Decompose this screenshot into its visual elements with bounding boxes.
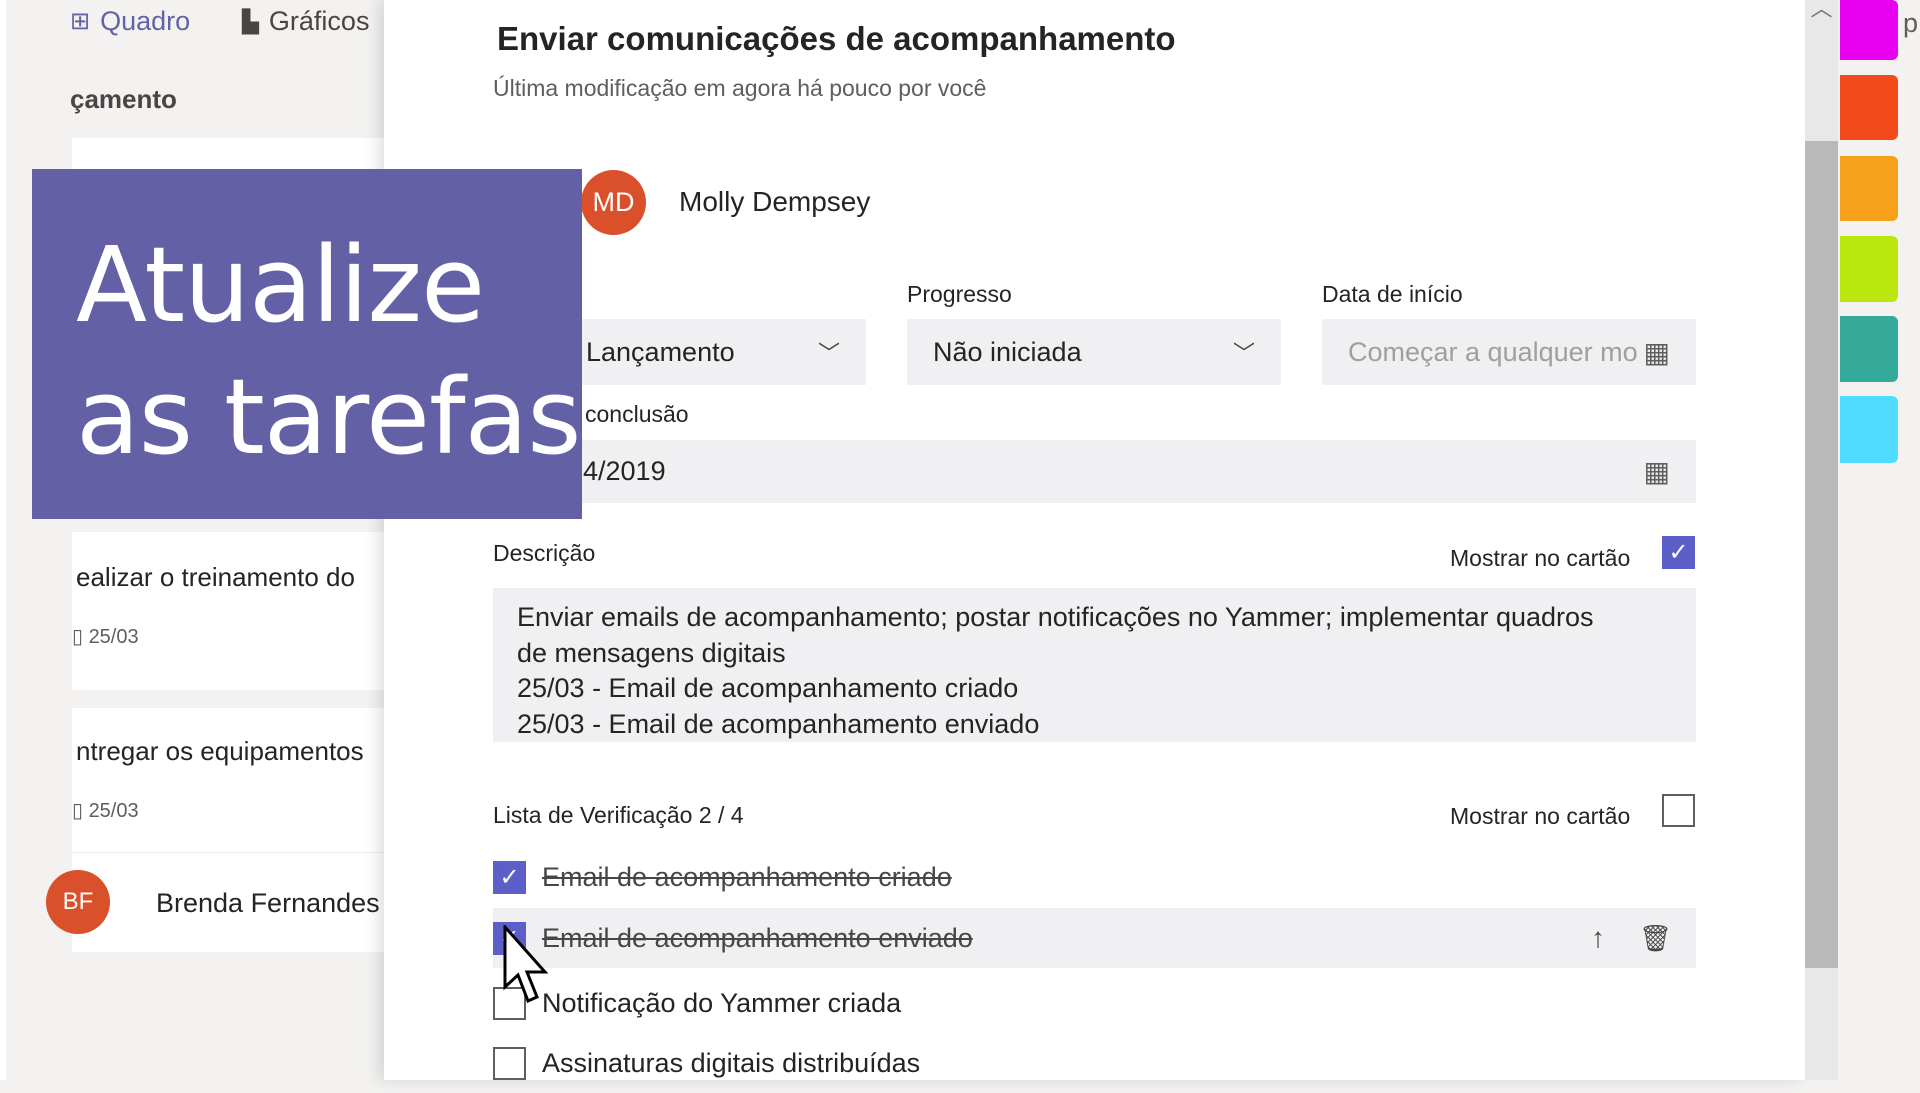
start-date-input[interactable]: Começar a qualquer mo ▦: [1322, 319, 1696, 385]
calendar-icon[interactable]: ▦: [1644, 336, 1670, 369]
bucket-title: çamento: [70, 84, 177, 114]
trash-icon[interactable]: 🗑: [1639, 923, 1672, 954]
chevron-down-icon: ﹀: [1232, 341, 1255, 366]
progress-dropdown[interactable]: Não iniciada ﹀: [907, 319, 1281, 385]
assignee-name: Brenda Fernandes: [156, 888, 380, 918]
show-on-card-label: Mostrar no cartão: [1450, 803, 1631, 829]
checklist-item[interactable]: ✓ Email de acompanhamento enviado ↑ 🗑: [493, 908, 1696, 968]
scrollbar-thumb[interactable]: [1805, 141, 1838, 968]
label-color-swatch[interactable]: [1840, 0, 1898, 60]
due-date: ▯ 25/03: [72, 626, 139, 648]
description-line: 25/03 - Email de acompanhamento enviado: [517, 708, 1040, 739]
tab-charts[interactable]: ▙ Gráficos: [242, 6, 369, 37]
checklist-checkbox[interactable]: [493, 1046, 526, 1080]
checklist-item-text[interactable]: Email de acompanhamento enviado: [542, 923, 1575, 954]
checklist-label: Lista de Verificação 2 / 4: [493, 802, 744, 828]
bucket-dropdown[interactable]: Lançamento ﹀: [560, 319, 866, 385]
label-color-swatch[interactable]: [1840, 236, 1898, 302]
move-up-icon[interactable]: ↑: [1591, 922, 1605, 954]
caption-overlay: Atualize as tarefas: [32, 169, 582, 519]
checklist-show-on-card-checkbox[interactable]: [1662, 794, 1695, 827]
description-line: de mensagens digitais: [517, 637, 786, 668]
description-textarea[interactable]: Enviar emails de acompanhamento; postar …: [493, 588, 1696, 742]
due-date-label: conclusão: [585, 401, 689, 427]
caption-line: Atualize: [76, 224, 485, 346]
progress-label: Progresso: [907, 281, 1012, 307]
checklist-item[interactable]: Notificação do Yammer criada: [493, 973, 1696, 1033]
label-color-swatch[interactable]: [1840, 396, 1898, 463]
due-date: ▯ 25/03: [72, 800, 139, 822]
description-line: Enviar emails de acompanhamento; postar …: [517, 602, 1594, 632]
label-color-swatch[interactable]: [1840, 156, 1898, 221]
mouse-cursor-icon: [503, 925, 549, 1004]
board-icon: ⊞: [70, 8, 91, 35]
task-card[interactable]: ntregar os equipamentos ▯ 25/03 BF Brend…: [46, 708, 384, 952]
checklist-item-text[interactable]: Email de acompanhamento criado: [542, 862, 952, 893]
checklist-item[interactable]: ✓ Email de acompanhamento criado: [493, 847, 1696, 907]
task-subtitle: Última modificação em agora há pouco por…: [493, 75, 987, 101]
task-card[interactable]: ealizar o treinamento do ▯ 25/03: [72, 532, 384, 690]
avatar[interactable]: MD: [581, 170, 646, 235]
label-color-swatch[interactable]: [1840, 316, 1898, 382]
scroll-up-icon[interactable]: ︿: [1805, 0, 1838, 20]
show-on-card-label: Mostrar no cartão: [1450, 545, 1631, 571]
label-color-swatch[interactable]: [1840, 75, 1898, 140]
task-title[interactable]: Enviar comunicações de acompanhamento: [497, 20, 1176, 58]
avatar: BF: [46, 870, 110, 934]
caption-line: as tarefas: [76, 356, 581, 478]
calendar-icon[interactable]: ▦: [1644, 455, 1670, 488]
tab-board[interactable]: ⊞ Quadro: [70, 6, 190, 37]
due-date-input[interactable]: 4/2019 ▦: [560, 440, 1696, 503]
show-on-card-checkbox[interactable]: ✓: [1662, 536, 1695, 569]
description-label: Descrição: [493, 540, 596, 566]
check-icon: ✓: [499, 863, 520, 891]
truncated-text: p: [1903, 8, 1919, 38]
assignee-name: Molly Dempsey: [679, 186, 871, 217]
checklist-item-text[interactable]: Notificação do Yammer criada: [542, 988, 901, 1019]
checklist-item[interactable]: Assinaturas digitais distribuídas: [493, 1033, 1696, 1093]
description-line: 25/03 - Email de acompanhamento criado: [517, 673, 1019, 703]
board-pane: ⊞ Quadro ▙ Gráficos çamento ealizar o tr…: [6, 0, 386, 1080]
start-date-label: Data de início: [1322, 281, 1463, 307]
checklist-checkbox[interactable]: ✓: [493, 860, 526, 894]
charts-icon: ▙: [242, 8, 259, 34]
checklist-item-text[interactable]: Assinaturas digitais distribuídas: [542, 1048, 920, 1079]
chevron-down-icon: ﹀: [817, 341, 840, 366]
check-icon: ✓: [1668, 539, 1689, 566]
